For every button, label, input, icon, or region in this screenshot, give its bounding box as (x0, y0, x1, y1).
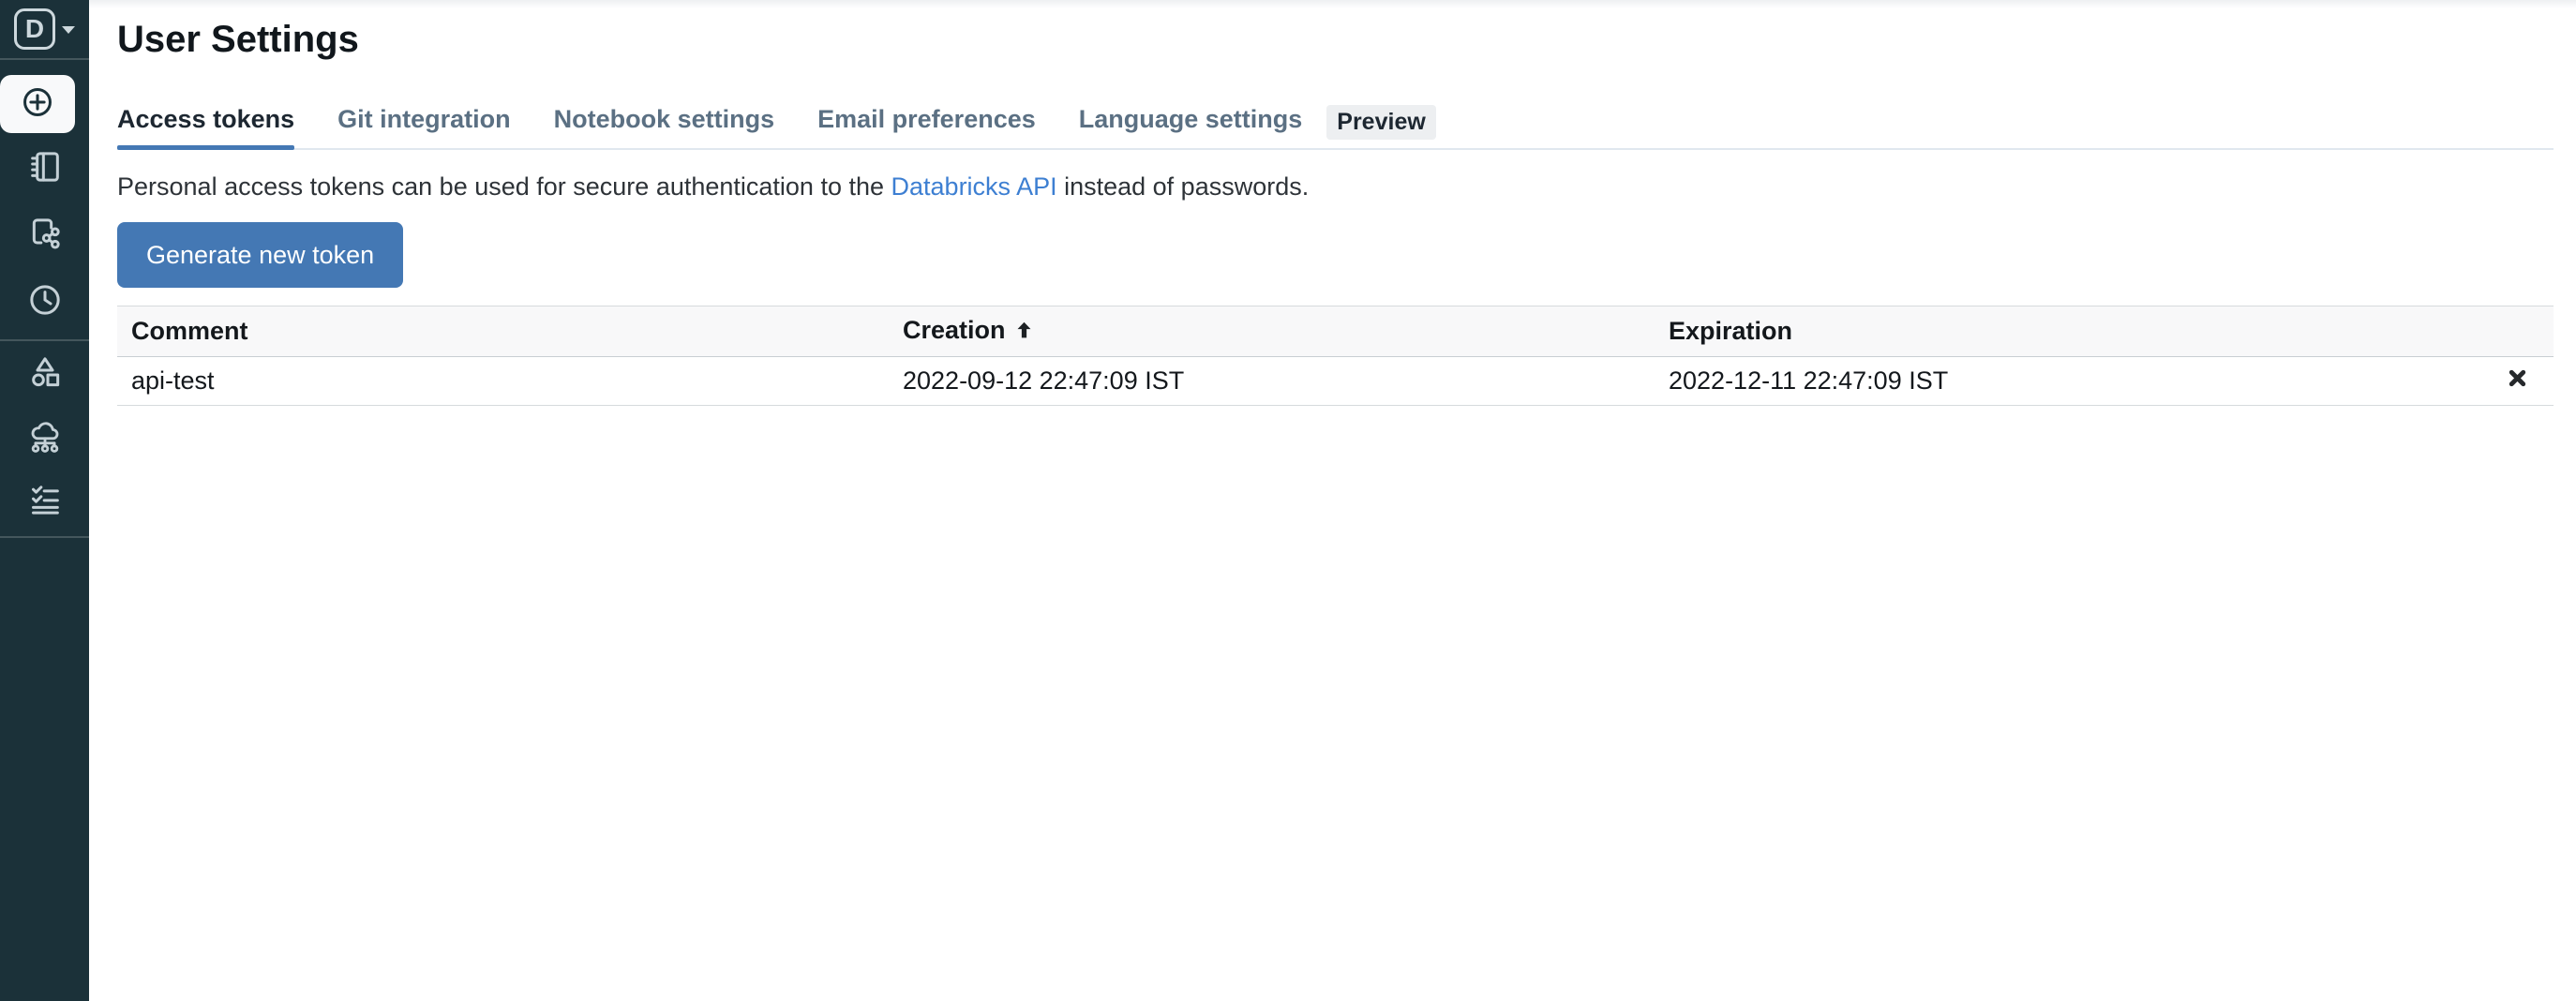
notebook-icon (26, 148, 64, 190)
sidebar-divider (0, 339, 89, 341)
databricks-logo-icon: D (14, 8, 55, 50)
compute-cloud-icon (26, 419, 64, 461)
sidebar-divider (0, 536, 89, 538)
sidebar-item-repos[interactable] (0, 217, 89, 254)
workspace-switcher[interactable]: D (0, 0, 89, 58)
column-header-creation[interactable]: Creation (889, 306, 1655, 357)
sidebar-item-data[interactable] (0, 355, 89, 393)
token-actions-cell (2450, 357, 2554, 406)
tab-language-settings[interactable]: Language settings (1079, 105, 1303, 148)
top-shadow (89, 0, 2576, 8)
chevron-down-icon (62, 26, 75, 34)
column-header-comment[interactable]: Comment (117, 306, 889, 357)
intro-text-after: instead of passwords. (1057, 172, 1310, 201)
generate-new-token-button[interactable]: Generate new token (117, 222, 403, 288)
intro-text: Personal access tokens can be used for s… (117, 172, 2554, 202)
settings-tabbar: Access tokens Git integration Notebook s… (117, 105, 2554, 150)
column-header-actions (2450, 306, 2554, 357)
main-content: User Settings Access tokens Git integrat… (89, 0, 2576, 1001)
databricks-api-link[interactable]: Databricks API (891, 172, 1057, 201)
sidebar: D (0, 0, 89, 1001)
tab-notebook-settings[interactable]: Notebook settings (554, 105, 775, 148)
data-shapes-icon (26, 353, 64, 396)
page-title: User Settings (117, 17, 2554, 62)
plus-circle-icon (20, 84, 55, 125)
git-repo-icon (26, 215, 64, 257)
sidebar-item-workflows[interactable] (0, 483, 89, 520)
tab-git-integration[interactable]: Git integration (337, 105, 511, 148)
token-expiration-cell: 2022-12-11 22:47:09 IST (1655, 357, 2450, 406)
sidebar-divider (0, 58, 89, 60)
column-header-creation-label: Creation (903, 316, 1006, 344)
sidebar-item-new[interactable] (0, 75, 75, 133)
close-x-icon (2506, 379, 2529, 393)
column-header-expiration[interactable]: Expiration (1655, 306, 2450, 357)
preview-badge: Preview (1326, 105, 1436, 140)
sort-ascending-arrow-icon (1014, 319, 1034, 348)
token-comment-cell: api-test (117, 357, 889, 406)
tab-email-preferences[interactable]: Email preferences (817, 105, 1036, 148)
intro-text-before: Personal access tokens can be used for s… (117, 172, 891, 201)
tab-access-tokens[interactable]: Access tokens (117, 105, 294, 148)
clock-icon (26, 281, 64, 323)
table-header-row: Comment Creation Expiration (117, 306, 2554, 357)
access-tokens-table: Comment Creation Expiration api-test 202… (117, 306, 2554, 406)
token-creation-cell: 2022-09-12 22:47:09 IST (889, 357, 1655, 406)
sidebar-item-workspace[interactable] (0, 150, 89, 187)
sidebar-item-compute[interactable] (0, 421, 89, 458)
task-list-icon (26, 481, 64, 523)
token-row: api-test 2022-09-12 22:47:09 IST 2022-12… (117, 357, 2554, 406)
sidebar-item-recents[interactable] (0, 283, 89, 321)
revoke-token-button[interactable] (2506, 366, 2529, 390)
